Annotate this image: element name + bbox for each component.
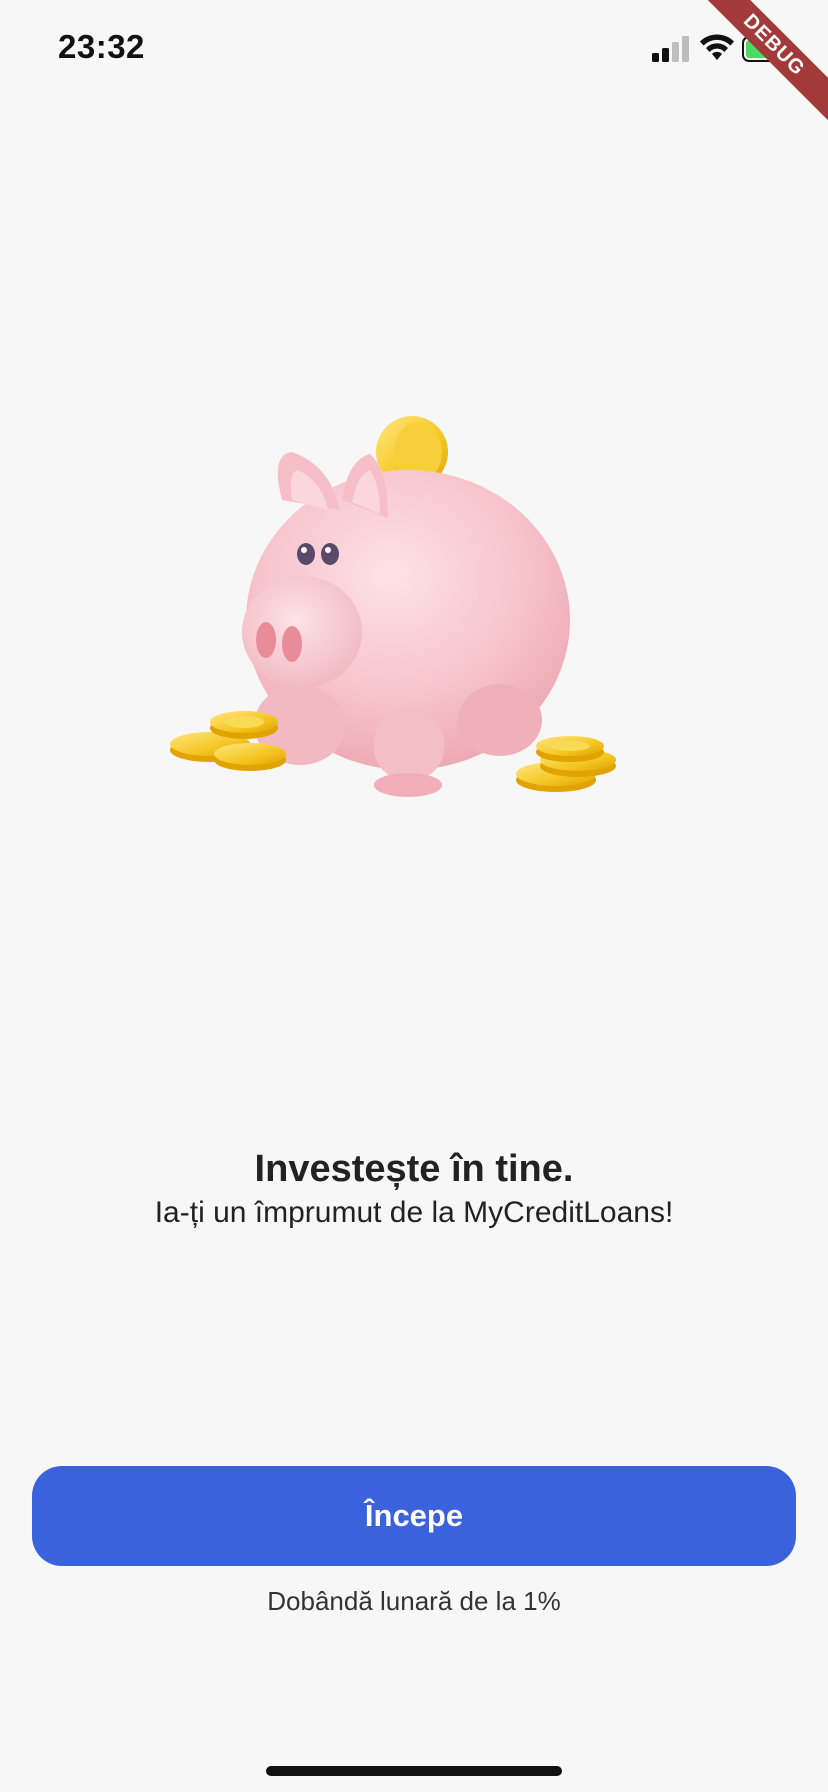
interest-rate-note: Dobândă lunară de la 1% xyxy=(267,1586,561,1616)
status-time: 23:32 xyxy=(58,28,145,65)
cellular-signal-icon xyxy=(652,36,689,62)
home-indicator[interactable] xyxy=(266,1766,562,1776)
intro-subtitle: Ia-ți un împrumut de la MyCreditLoans! xyxy=(154,1196,674,1229)
start-button[interactable]: Începe xyxy=(32,1466,796,1566)
battery-icon xyxy=(742,36,795,62)
piggy-bank-illustration xyxy=(170,416,616,797)
wifi-icon xyxy=(700,34,734,60)
status-bar: 23:32 xyxy=(0,0,828,100)
intro-title: Investește în tine. xyxy=(254,1148,574,1190)
